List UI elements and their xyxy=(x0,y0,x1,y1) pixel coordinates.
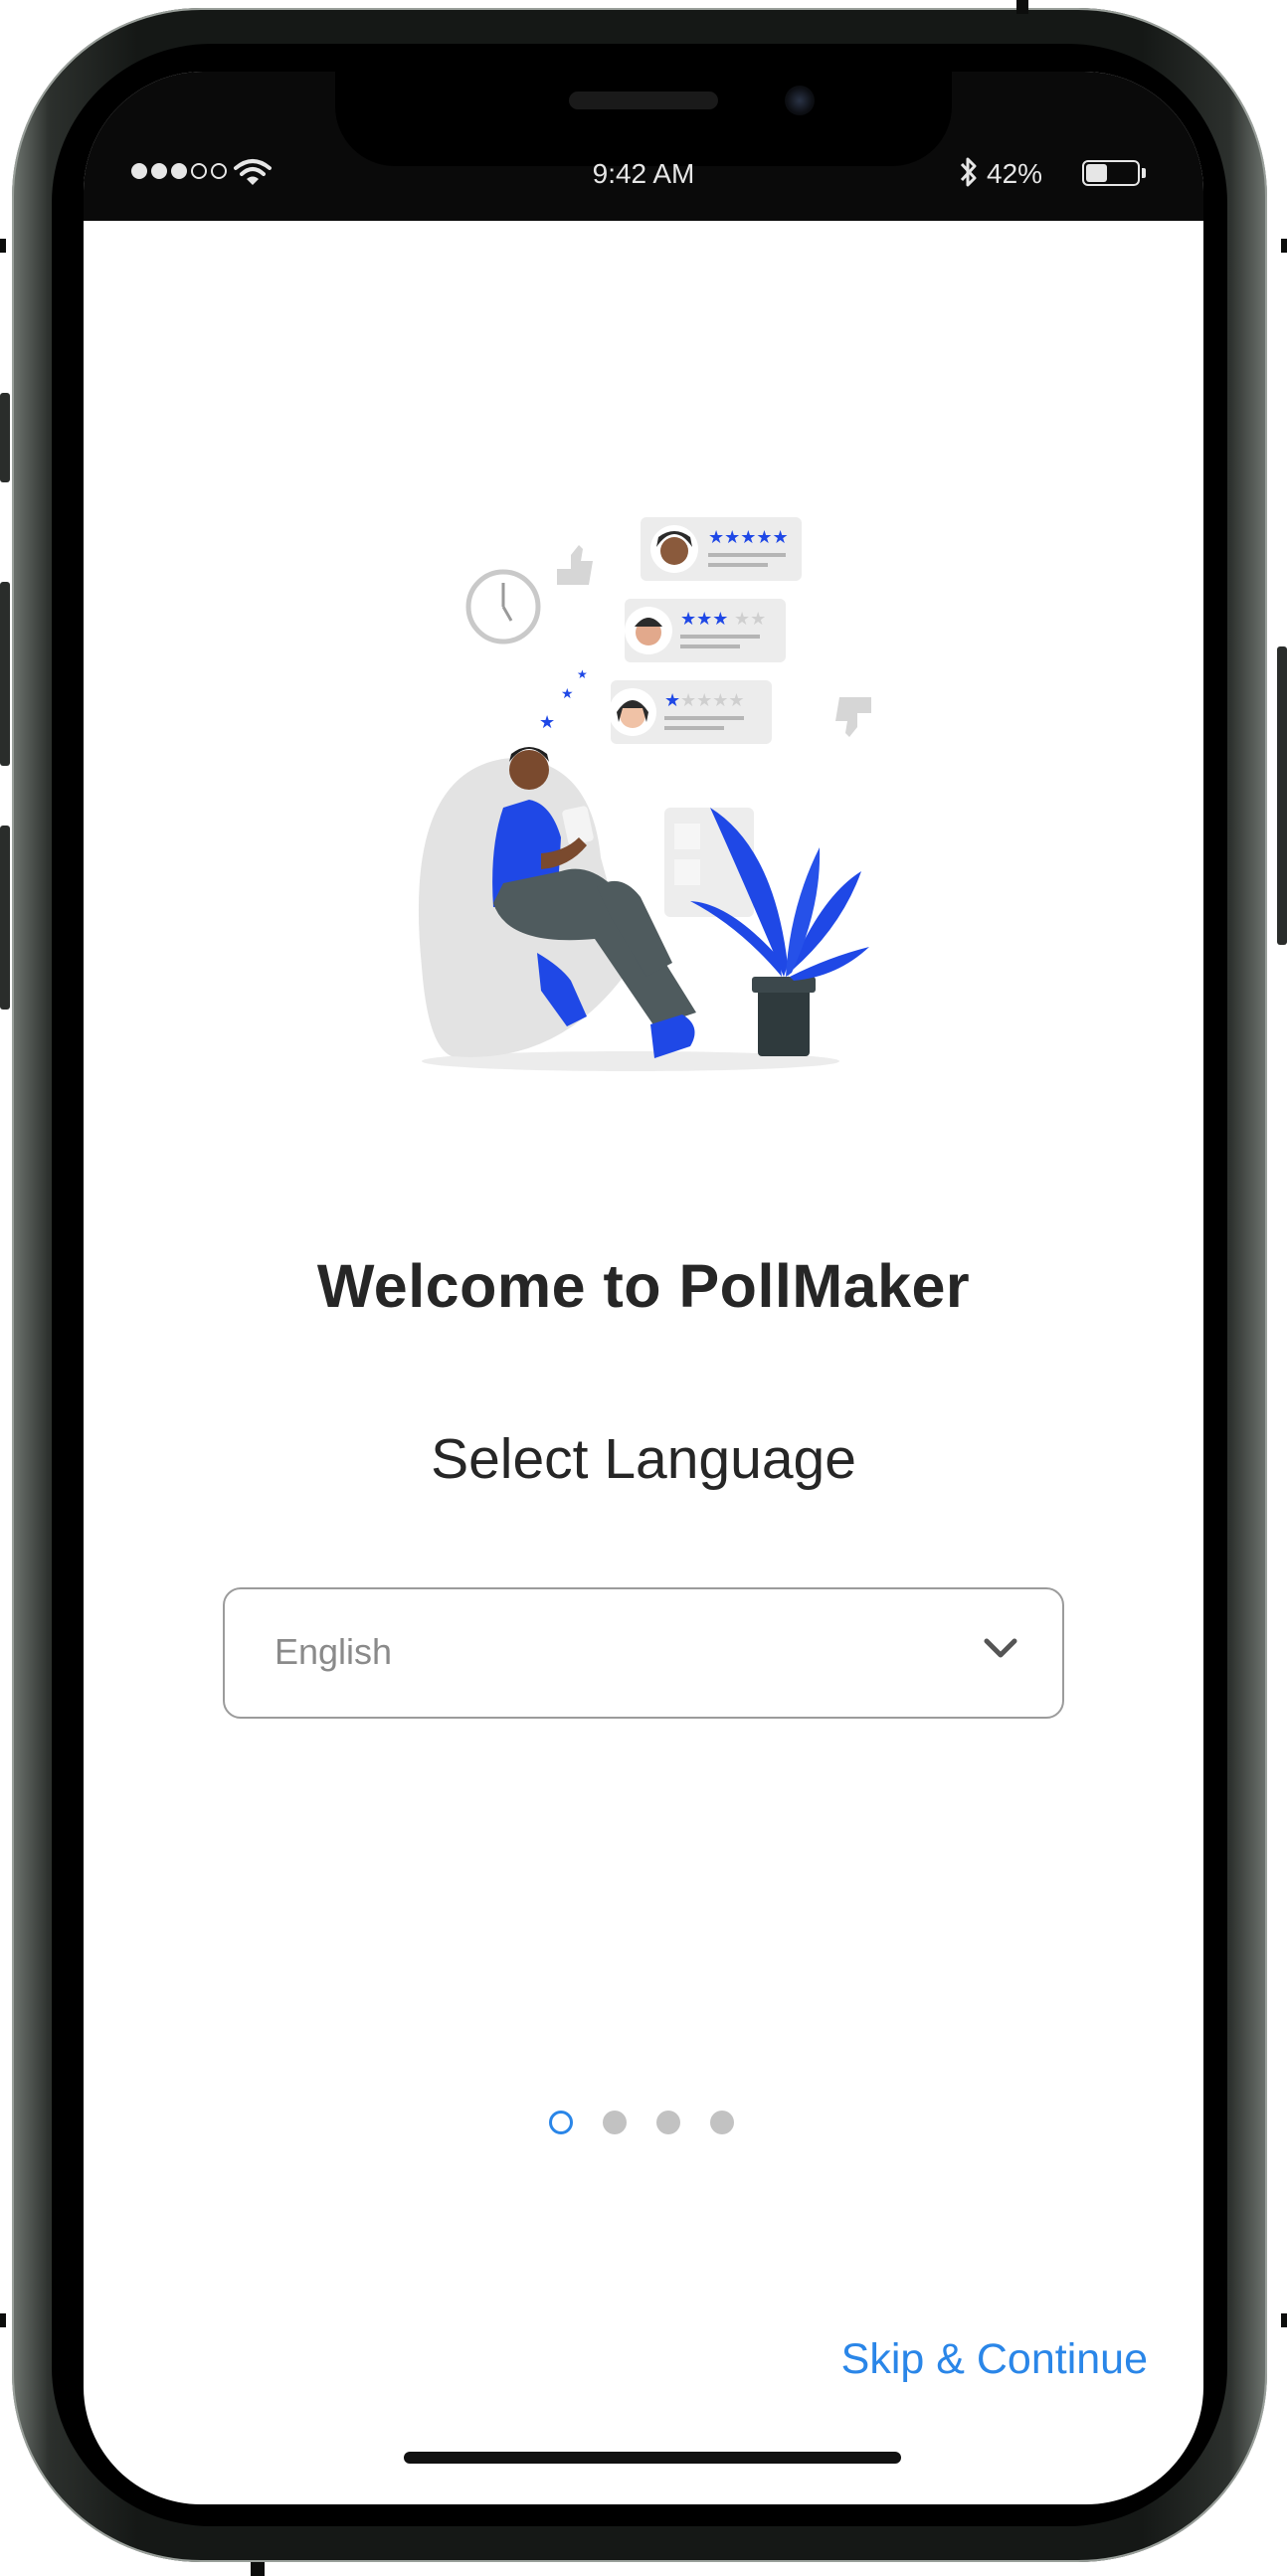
antenna-band xyxy=(251,2562,265,2576)
svg-text:★: ★ xyxy=(577,667,588,681)
battery-icon xyxy=(1082,160,1140,186)
antenna-band xyxy=(0,2313,6,2327)
volume-up-button xyxy=(0,582,10,766)
svg-text:★★★: ★★★ xyxy=(680,609,728,629)
antenna-band xyxy=(1281,2313,1287,2327)
person-reviewing-ratings-illustration: ★★★★★ ★★★ ★★ ★ ★★★★ ★ ★ ★ xyxy=(418,517,871,1071)
svg-text:★: ★ xyxy=(664,690,680,710)
page-dot-2[interactable] xyxy=(603,2111,627,2134)
antenna-band xyxy=(1016,0,1028,14)
svg-text:★: ★ xyxy=(561,685,574,701)
battery-nub xyxy=(1142,168,1146,178)
home-indicator[interactable] xyxy=(404,2452,901,2464)
page-dot-3[interactable] xyxy=(656,2111,680,2134)
front-camera xyxy=(785,86,815,115)
earpiece-speaker xyxy=(569,92,718,109)
battery-percent: 42% xyxy=(987,158,1043,189)
skip-continue-link[interactable]: Skip & Continue xyxy=(841,2335,1148,2384)
battery-level-fill xyxy=(1086,164,1107,182)
page-dot-4[interactable] xyxy=(710,2111,734,2134)
svg-text:★★★★★: ★★★★★ xyxy=(708,527,789,547)
svg-text:★★★★: ★★★★ xyxy=(680,690,745,710)
notch xyxy=(335,72,952,166)
antenna-band xyxy=(0,239,6,253)
select-language-label: Select Language xyxy=(431,1427,856,1491)
volume-down-button xyxy=(0,826,10,1010)
language-select[interactable]: English xyxy=(223,1587,1064,1719)
chevron-down-icon xyxy=(984,1638,1017,1658)
svg-text:★★: ★★ xyxy=(734,609,766,629)
antenna-band xyxy=(1281,239,1287,253)
mute-switch xyxy=(0,393,10,482)
bluetooth-icon xyxy=(960,157,977,187)
app-screen: 9:42 AM 42% ★★★★★ ★★★ ★★ ★ ★★★★ ★ ★ ★ We… xyxy=(84,72,1203,2504)
status-bar: 9:42 AM 42% xyxy=(84,72,1203,221)
language-select-value: English xyxy=(275,1631,393,1672)
power-button xyxy=(1277,646,1287,945)
page-indicator xyxy=(549,2111,734,2134)
page-dot-1[interactable] xyxy=(549,2111,573,2134)
svg-text:★: ★ xyxy=(539,712,555,732)
welcome-title: Welcome to PollMaker xyxy=(316,1252,971,1320)
